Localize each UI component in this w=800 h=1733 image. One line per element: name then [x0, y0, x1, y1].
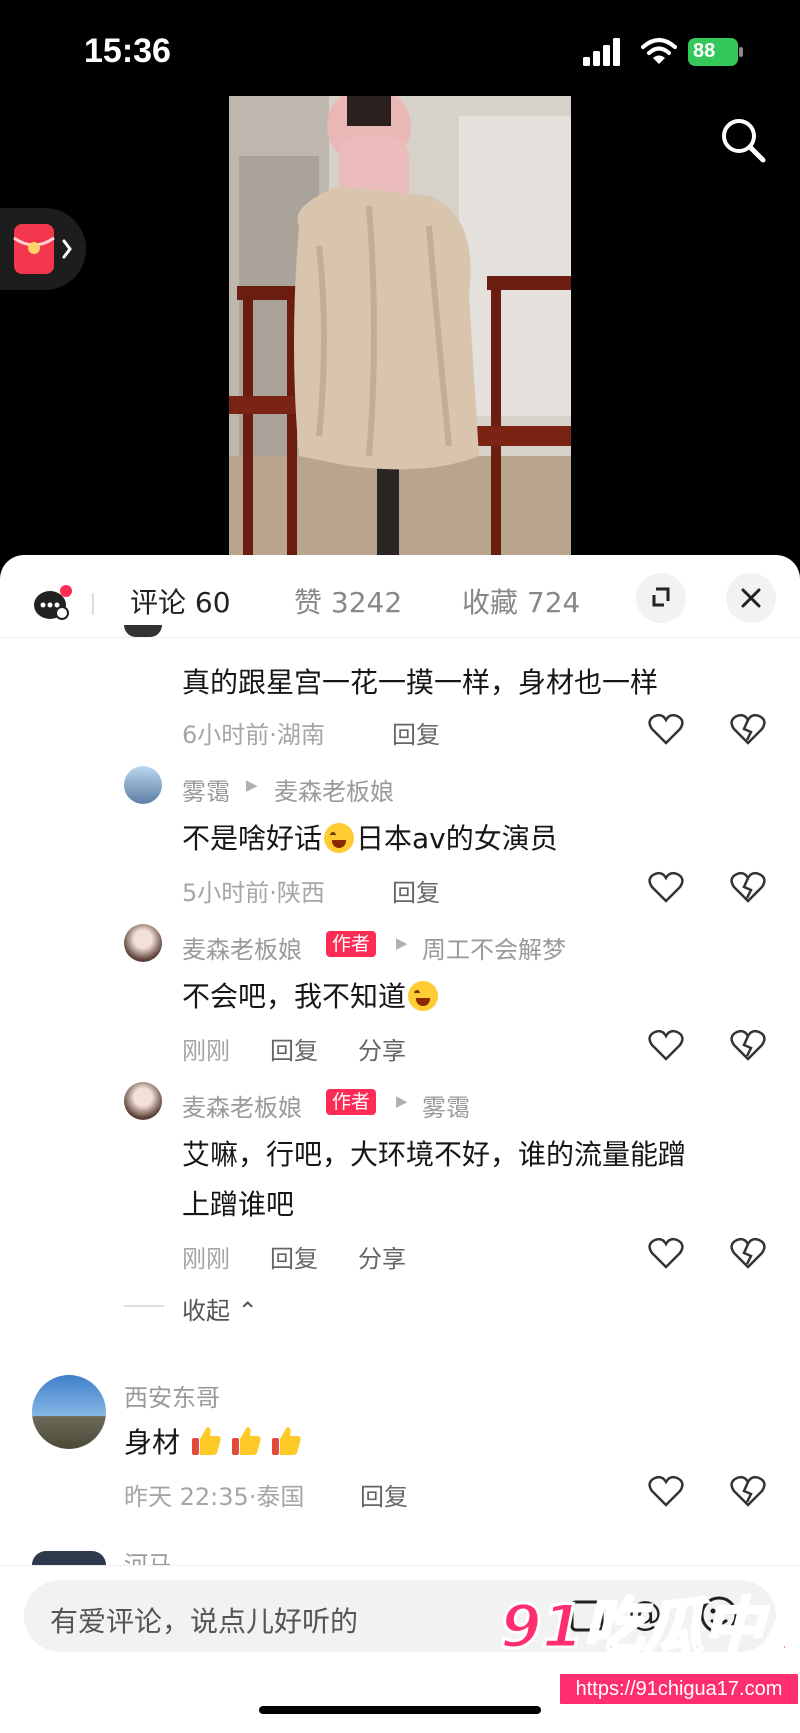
reply-to-username[interactable]: 雾霭: [422, 1088, 470, 1123]
avatar[interactable]: [124, 924, 162, 962]
collapse-divider: [124, 1305, 164, 1307]
reply-to-username[interactable]: 周工不会解梦: [422, 930, 566, 965]
reply-button[interactable]: 回复: [270, 1031, 318, 1066]
close-button[interactable]: [726, 573, 776, 623]
author-badge: 作者: [326, 931, 377, 957]
heart-icon[interactable]: [648, 870, 684, 904]
avatar[interactable]: [124, 625, 162, 637]
reply-button[interactable]: 回复: [392, 715, 440, 750]
comment-meta: 6小时前·湖南: [182, 721, 325, 749]
reply-arrow-icon: ▶: [246, 776, 258, 794]
dislike-icon[interactable]: [730, 870, 766, 904]
battery-indicator: 88: [688, 38, 744, 66]
tab-likes[interactable]: 赞 3242: [294, 581, 402, 621]
search-icon[interactable]: [718, 115, 768, 165]
red-packet-button[interactable]: [0, 208, 86, 290]
thumbs-up-emoji-icon: [191, 1427, 221, 1455]
battery-level: 88: [693, 40, 716, 62]
collapse-button[interactable]: 收起 ⌃: [182, 1291, 258, 1326]
comment-username[interactable]: 麦森老板娘: [182, 1088, 302, 1123]
comment-text: 上蹭谁吧: [182, 1188, 295, 1221]
comment-text-part: 不是啥好话: [182, 822, 323, 855]
collapse-label: 收起: [182, 1297, 230, 1325]
watermark-url: https://91chigua17.com: [558, 1672, 800, 1706]
comment-text-part: 日本av的女演员: [356, 822, 558, 855]
reply-button[interactable]: 回复: [270, 1239, 318, 1274]
wifi-icon: [641, 38, 677, 64]
crying-laugh-emoji-icon: [324, 823, 355, 853]
reply-arrow-icon: ▶: [396, 1092, 408, 1110]
watermark: 91吃瓜中心 https://91chigua17.com: [498, 1584, 800, 1706]
tab-divider: [92, 593, 94, 615]
video-frame-image: [229, 96, 571, 556]
cellular-signal-icon: [583, 38, 620, 66]
comment-text: 真的跟星宫一花一摸一样，身材也一样: [182, 666, 659, 699]
chat-bubble-icon[interactable]: [32, 585, 72, 621]
red-envelope-icon: [13, 224, 72, 274]
sheet-tab-bar: 评论 60 赞 3242 收藏 724: [0, 555, 800, 638]
thumbs-up-emoji-icon: [231, 1427, 261, 1455]
comment-text: 身材: [124, 1421, 309, 1461]
author-badge: 作者: [326, 1089, 377, 1115]
chevron-up-icon: ⌃: [237, 1297, 258, 1325]
tab-favorites[interactable]: 收藏 724: [462, 581, 580, 621]
comments-sheet: 评论 60 赞 3242 收藏 724 真的跟星宫一花一摸一样，身材也一样 6小…: [0, 555, 800, 1733]
crying-laugh-emoji-icon: [408, 981, 439, 1011]
avatar[interactable]: [124, 1082, 162, 1120]
status-time: 15:36: [84, 32, 171, 70]
share-button[interactable]: 分享: [358, 1239, 406, 1274]
comment-username[interactable]: 河马: [124, 1551, 172, 1565]
comment-meta: 昨天 22:35·泰国: [124, 1483, 305, 1511]
reply-button[interactable]: 回复: [360, 1477, 408, 1512]
input-divider: [0, 1565, 800, 1566]
comment-text: 不会吧，我不知道: [182, 975, 440, 1015]
dislike-icon[interactable]: [730, 1028, 766, 1062]
home-indicator: [259, 1706, 541, 1714]
watermark-brand: 91吃瓜中心: [499, 1591, 800, 1664]
comment-meta: 刚刚: [182, 1245, 230, 1273]
comment-text-part: 不会吧，我不知道: [182, 980, 407, 1013]
video-preview[interactable]: [229, 96, 571, 556]
heart-icon[interactable]: [648, 712, 684, 746]
comment-text-part: 身材: [124, 1426, 181, 1459]
heart-icon[interactable]: [648, 1474, 684, 1508]
avatar[interactable]: [32, 1551, 106, 1565]
comment-username[interactable]: 麦森老板娘: [182, 930, 302, 965]
dislike-icon[interactable]: [730, 1474, 766, 1508]
tab-comments[interactable]: 评论 60: [130, 581, 231, 621]
dislike-icon[interactable]: [730, 712, 766, 746]
reply-button[interactable]: 回复: [392, 873, 440, 908]
reply-arrow-icon: ▶: [396, 934, 408, 952]
avatar[interactable]: [124, 766, 162, 804]
comment-text: 艾嘛，行吧，大环境不好，谁的流量能蹭: [182, 1138, 687, 1171]
avatar[interactable]: [32, 1375, 106, 1449]
comment-input-placeholder: 有爱评论，说点儿好听的: [50, 1605, 359, 1638]
thumbs-up-emoji-icon: [271, 1427, 301, 1455]
expand-button[interactable]: [636, 573, 686, 623]
heart-icon[interactable]: [648, 1028, 684, 1062]
status-bar: 15:36 88: [0, 0, 800, 100]
comment-text: 不是啥好话 日本av的女演员: [182, 817, 558, 857]
share-button[interactable]: 分享: [358, 1031, 406, 1066]
reply-to-username[interactable]: 麦森老板娘: [274, 772, 394, 807]
comment-meta: 5小时前·陕西: [182, 879, 325, 907]
comment-username[interactable]: 雾霭: [182, 772, 230, 807]
comment-meta: 刚刚: [182, 1037, 230, 1065]
comment-username[interactable]: 西安东哥: [124, 1378, 220, 1413]
expand-icon: [652, 587, 670, 607]
close-icon: [741, 588, 761, 608]
dislike-icon[interactable]: [730, 1236, 766, 1270]
heart-icon[interactable]: [648, 1236, 684, 1270]
